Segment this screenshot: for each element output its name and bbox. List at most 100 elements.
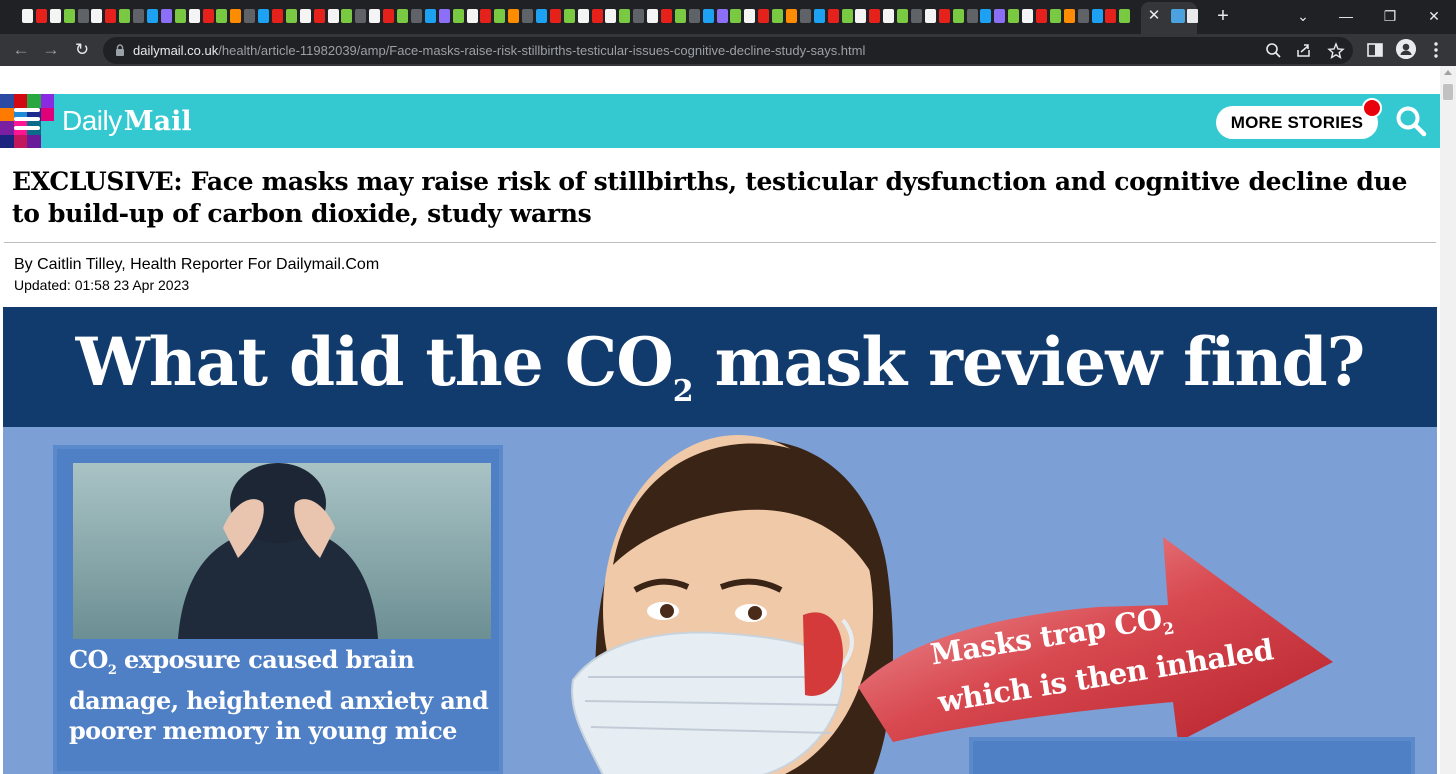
reload-button[interactable]: ↻ bbox=[70, 38, 94, 62]
tab-favicon[interactable] bbox=[258, 9, 270, 23]
bookmark-star-icon[interactable] bbox=[1325, 40, 1347, 62]
tab-favicon[interactable] bbox=[160, 9, 172, 23]
tab-favicon[interactable] bbox=[327, 9, 339, 23]
zoom-icon[interactable] bbox=[1263, 40, 1285, 62]
tab-close-icon[interactable]: ✕ bbox=[1145, 6, 1163, 26]
tab-favicon[interactable] bbox=[63, 9, 75, 23]
tab-favicon[interactable] bbox=[549, 9, 561, 23]
tab-favicon[interactable] bbox=[702, 9, 714, 23]
tab-favicon[interactable] bbox=[216, 9, 228, 23]
tab-favicon[interactable] bbox=[438, 9, 450, 23]
tab-favicon[interactable] bbox=[313, 9, 325, 23]
tab-favicon[interactable] bbox=[1187, 9, 1198, 23]
share-icon[interactable] bbox=[1293, 40, 1315, 62]
tab-favicon[interactable] bbox=[785, 9, 797, 23]
tab-favicon[interactable] bbox=[827, 9, 839, 23]
tab-favicon[interactable] bbox=[924, 9, 936, 23]
tab-favicon[interactable] bbox=[688, 9, 700, 23]
tab-favicon[interactable] bbox=[355, 9, 367, 23]
article-hero-image[interactable]: What did the CO2 mask review find? Masks… bbox=[3, 307, 1437, 774]
tab-favicon[interactable] bbox=[980, 9, 992, 23]
tab-favicon[interactable] bbox=[563, 9, 575, 23]
tab-favicon[interactable] bbox=[869, 9, 881, 23]
tab-favicon[interactable] bbox=[341, 9, 353, 23]
tab-favicon[interactable] bbox=[535, 9, 547, 23]
daily-mail-logo[interactable]: DailyMail bbox=[62, 105, 192, 138]
tab-favicon[interactable] bbox=[1077, 9, 1089, 23]
tab-favicon[interactable] bbox=[911, 9, 922, 23]
tab-favicon[interactable] bbox=[605, 9, 617, 23]
scroll-thumb[interactable] bbox=[1443, 84, 1453, 100]
more-stories-button[interactable]: MORE STORIES bbox=[1216, 106, 1378, 139]
tab-favicon[interactable] bbox=[647, 9, 659, 23]
tab-favicon[interactable] bbox=[299, 9, 311, 23]
tab-favicon[interactable] bbox=[1171, 9, 1185, 23]
side-panel-icon[interactable] bbox=[1364, 39, 1386, 61]
window-close-button[interactable]: ✕ bbox=[1414, 4, 1454, 28]
tab-favicon[interactable] bbox=[244, 9, 256, 23]
tab-favicon[interactable] bbox=[272, 9, 284, 23]
tab-favicon[interactable] bbox=[1022, 9, 1034, 23]
tab-favicon[interactable] bbox=[897, 9, 909, 23]
tab-favicon[interactable] bbox=[744, 9, 756, 23]
back-button[interactable]: ← bbox=[9, 38, 33, 62]
tab-favicon[interactable] bbox=[466, 9, 478, 23]
tab-favicon[interactable] bbox=[716, 9, 728, 23]
tab-favicon[interactable] bbox=[633, 9, 645, 23]
tab-favicon[interactable] bbox=[508, 9, 520, 23]
hamburger-menu-icon[interactable] bbox=[14, 108, 40, 132]
tab-favicon[interactable] bbox=[577, 9, 589, 23]
tab-favicon[interactable] bbox=[813, 9, 825, 23]
tab-favicon[interactable] bbox=[966, 9, 978, 23]
tab-favicon[interactable] bbox=[1049, 9, 1061, 23]
tab-favicon[interactable] bbox=[1091, 9, 1103, 23]
address-bar[interactable]: dailymail.co.uk/health/article-11982039/… bbox=[103, 37, 1353, 64]
profile-icon[interactable] bbox=[1396, 39, 1416, 59]
tab-favicon[interactable] bbox=[397, 9, 409, 23]
tab-favicon[interactable] bbox=[1036, 9, 1048, 23]
tab-favicon[interactable] bbox=[952, 9, 964, 23]
tab-favicon[interactable] bbox=[883, 9, 895, 23]
tab-favicon[interactable] bbox=[22, 9, 33, 23]
tab-favicon[interactable] bbox=[1119, 9, 1131, 23]
tab-favicon[interactable] bbox=[383, 9, 395, 23]
tab-favicon[interactable] bbox=[202, 9, 214, 23]
tab-favicon[interactable] bbox=[147, 9, 159, 23]
tab-favicon[interactable] bbox=[1105, 9, 1117, 23]
tab-favicon[interactable] bbox=[91, 9, 103, 23]
tab-favicon[interactable] bbox=[424, 9, 436, 23]
scrollbar[interactable] bbox=[1440, 66, 1456, 774]
forward-button[interactable]: → bbox=[39, 38, 63, 62]
tab-favicon[interactable] bbox=[522, 9, 534, 23]
tab-favicon[interactable] bbox=[77, 9, 89, 23]
tab-search-icon[interactable]: ⌄ bbox=[1283, 4, 1323, 28]
tab-favicon[interactable] bbox=[1008, 9, 1020, 23]
tab-favicon[interactable] bbox=[188, 9, 200, 23]
tab-favicon[interactable] bbox=[938, 9, 950, 23]
tab-favicon[interactable] bbox=[772, 9, 784, 23]
minimize-button[interactable]: — bbox=[1326, 4, 1366, 28]
tab-favicon[interactable] bbox=[591, 9, 603, 23]
tab-favicon[interactable] bbox=[49, 9, 61, 23]
tab-favicon[interactable] bbox=[855, 9, 867, 23]
tab-favicon[interactable] bbox=[480, 9, 492, 23]
tab-favicon[interactable] bbox=[35, 9, 47, 23]
tab-favicon[interactable] bbox=[674, 9, 686, 23]
tab-favicon[interactable] bbox=[1063, 9, 1075, 23]
tab-favicon[interactable] bbox=[230, 9, 242, 23]
background-tabs[interactable] bbox=[22, 8, 1142, 26]
url-text[interactable]: dailymail.co.uk/health/article-11982039/… bbox=[133, 42, 865, 59]
restore-button[interactable]: ❐ bbox=[1370, 4, 1410, 28]
tab-favicon[interactable] bbox=[758, 9, 770, 23]
tab-favicon[interactable] bbox=[619, 9, 631, 23]
tab-favicon[interactable] bbox=[841, 9, 853, 23]
tab-favicon[interactable] bbox=[994, 9, 1006, 23]
tab-favicon[interactable] bbox=[660, 9, 672, 23]
tab-favicon[interactable] bbox=[494, 9, 506, 23]
tab-favicon[interactable] bbox=[410, 9, 422, 23]
tab-favicon[interactable] bbox=[369, 9, 381, 23]
search-icon[interactable] bbox=[1394, 104, 1428, 138]
tab-favicon[interactable] bbox=[452, 9, 464, 23]
new-tab-button[interactable]: + bbox=[1212, 4, 1234, 28]
tab-favicon[interactable] bbox=[799, 9, 811, 23]
